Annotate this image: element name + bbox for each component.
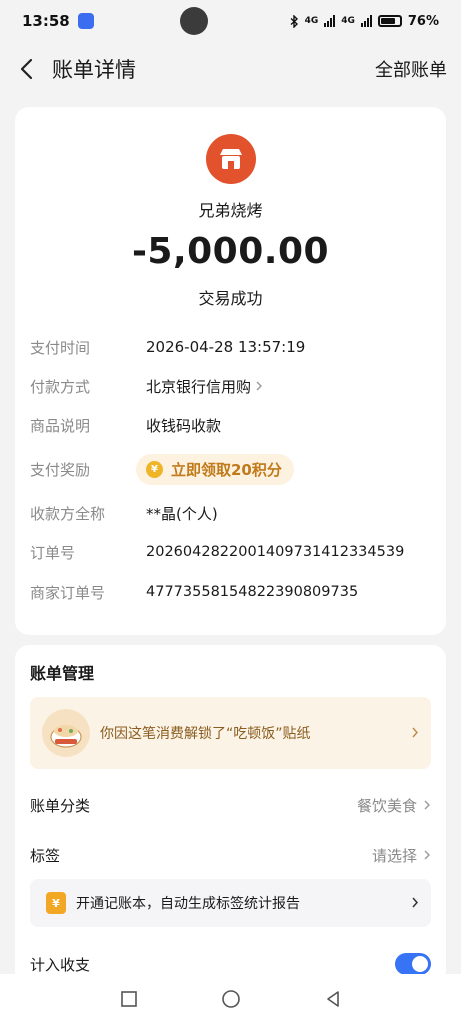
recent-apps-icon[interactable] bbox=[118, 988, 140, 1010]
product-label: 商品说明 bbox=[30, 416, 91, 435]
status-indicators: 4G 4G 76% bbox=[290, 14, 439, 29]
chevron-right-icon bbox=[255, 380, 263, 392]
merchant-shop-icon bbox=[206, 134, 256, 184]
order-value: 2026042822001409731412334539 bbox=[146, 544, 405, 560]
bluetooth-icon bbox=[290, 14, 298, 28]
reward-text: 立即领取20积分 bbox=[171, 460, 282, 479]
promo-text: 开通记账本，自动生成标签统计报告 bbox=[76, 896, 300, 912]
signal-icon-1 bbox=[324, 15, 336, 27]
system-nav-bar bbox=[0, 974, 461, 1024]
include-label: 计入收支 bbox=[30, 955, 91, 974]
bill-management-card: 账单管理 你因这笔消费解锁了“吃顿饭”贴纸 账单分类 餐饮美食 标签 请选择 ¥… bbox=[15, 645, 446, 985]
tag-value[interactable]: 请选择 bbox=[372, 845, 431, 866]
section-title: 账单管理 bbox=[30, 664, 95, 683]
pay-method-text: 北京银行信用购 bbox=[146, 377, 252, 396]
tag-row[interactable]: 标签 请选择 bbox=[30, 843, 431, 867]
product-row: 商品说明 收钱码收款 bbox=[30, 413, 430, 437]
category-value-text: 餐饮美食 bbox=[356, 796, 417, 815]
chevron-right-icon bbox=[423, 849, 431, 861]
pay-time-label: 支付时间 bbox=[30, 338, 91, 357]
network-label-1: 4G bbox=[304, 16, 319, 26]
transaction-status: 交易成功 bbox=[198, 289, 263, 308]
category-row[interactable]: 账单分类 餐饮美食 bbox=[30, 793, 431, 817]
coin-icon: ¥ bbox=[146, 460, 163, 478]
chevron-right-icon bbox=[411, 894, 419, 913]
signal-icon-2 bbox=[360, 15, 372, 27]
status-time: 13:58 bbox=[22, 12, 70, 30]
pay-method-row[interactable]: 付款方式 北京银行信用购 bbox=[30, 374, 430, 398]
ledger-icon: ¥ bbox=[46, 892, 66, 914]
floating-avatar-icon bbox=[180, 7, 208, 35]
tag-value-text: 请选择 bbox=[371, 846, 417, 865]
sticker-image-icon bbox=[42, 709, 90, 757]
sticker-banner[interactable]: 你因这笔消费解锁了“吃顿饭”贴纸 bbox=[30, 697, 431, 769]
tag-label: 标签 bbox=[30, 846, 61, 865]
category-value[interactable]: 餐饮美食 bbox=[357, 795, 431, 816]
battery-icon bbox=[377, 15, 402, 27]
transaction-card: 兄弟烧烤 -5,000.00 交易成功 支付时间 2026-04-28 13:5… bbox=[15, 107, 446, 635]
app-notification-icon bbox=[77, 13, 94, 29]
back-arrow-icon[interactable] bbox=[14, 57, 38, 81]
sticker-text: 你因这笔消费解锁了“吃顿饭”贴纸 bbox=[100, 726, 311, 742]
chevron-right-icon bbox=[423, 799, 431, 811]
header: 账单详情 全部账单 bbox=[0, 48, 461, 90]
pay-method-value[interactable]: 北京银行信用购 bbox=[146, 376, 263, 397]
category-label: 账单分类 bbox=[30, 796, 91, 815]
payee-label: 收款方全称 bbox=[30, 504, 106, 523]
include-toggle[interactable] bbox=[395, 953, 431, 975]
network-label-2: 4G bbox=[341, 16, 355, 26]
home-icon[interactable] bbox=[220, 988, 242, 1010]
order-row: 订单号 2026042822001409731412334539 bbox=[30, 540, 430, 564]
payee-row: 收款方全称 **晶(个人) bbox=[30, 501, 430, 525]
reward-row: 支付奖励 ¥ 立即领取20积分 bbox=[30, 453, 430, 485]
payee-value: **晶(个人) bbox=[146, 504, 218, 523]
merchant-order-value: 47773558154822390809735 bbox=[146, 584, 359, 600]
merchant-order-label: 商家订单号 bbox=[30, 583, 106, 602]
merchant-order-row: 商家订单号 47773558154822390809735 bbox=[30, 580, 430, 604]
pay-time-value: 2026-04-28 13:57:19 bbox=[146, 338, 306, 356]
all-bills-link[interactable]: 全部账单 bbox=[375, 56, 447, 82]
ledger-promo-banner[interactable]: ¥ 开通记账本，自动生成标签统计报告 bbox=[30, 879, 431, 927]
claim-points-button[interactable]: ¥ 立即领取20积分 bbox=[136, 453, 294, 485]
include-row: 计入收支 bbox=[30, 952, 431, 976]
transaction-amount: -5,000.00 bbox=[131, 231, 330, 272]
reward-label: 支付奖励 bbox=[30, 460, 91, 479]
page-title: 账单详情 bbox=[52, 58, 136, 82]
battery-percent: 76% bbox=[407, 13, 439, 29]
merchant-name: 兄弟烧烤 bbox=[198, 201, 263, 220]
chevron-right-icon bbox=[411, 724, 419, 743]
back-triangle-icon[interactable] bbox=[322, 988, 344, 1010]
pay-method-label: 付款方式 bbox=[30, 377, 91, 396]
product-value: 收钱码收款 bbox=[146, 416, 222, 435]
pay-time-row: 支付时间 2026-04-28 13:57:19 bbox=[30, 335, 430, 359]
order-label: 订单号 bbox=[30, 543, 76, 562]
status-bar: 13:58 4G 4G 76% bbox=[0, 0, 461, 42]
